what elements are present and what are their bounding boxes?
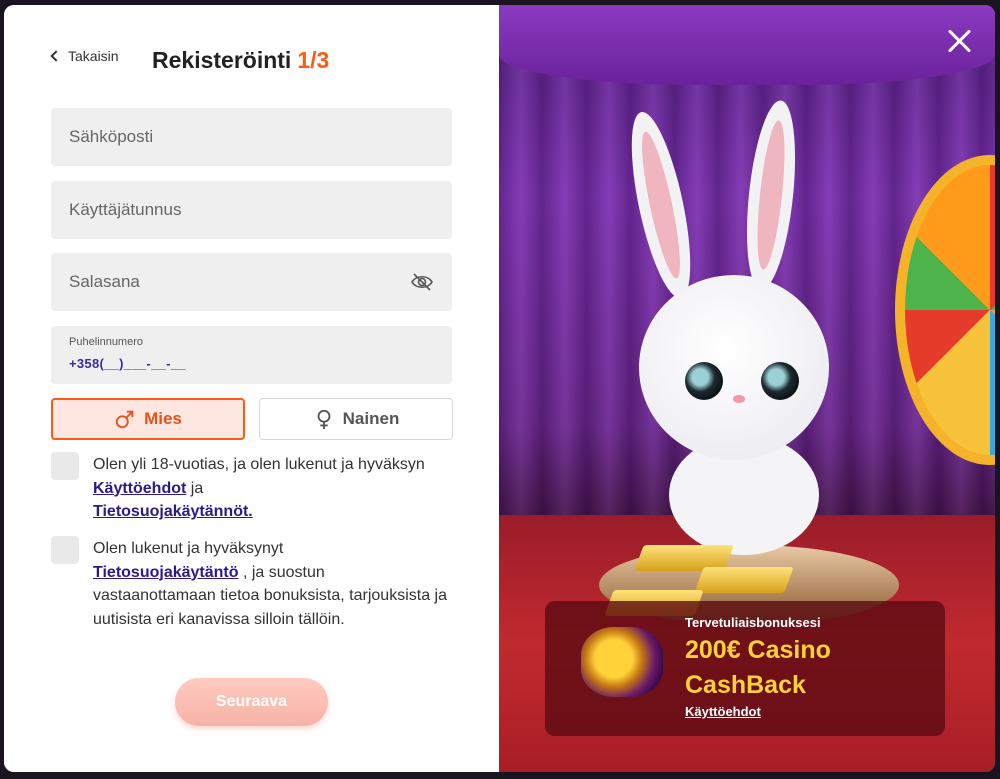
- registration-form-panel: Takaisin Rekisteröinti1/3 Puhelinnumero …: [4, 5, 499, 772]
- curtain-valance: [499, 5, 995, 85]
- back-label: Takaisin: [68, 48, 119, 64]
- bunny-head: [639, 275, 829, 460]
- bunny-eye-left: [685, 362, 723, 400]
- promo-terms-link[interactable]: Käyttöehdot: [685, 704, 761, 719]
- age-terms-text: Olen yli 18-vuotias, ja olen lukenut ja …: [93, 452, 451, 524]
- age-terms-consent: Olen yli 18-vuotias, ja olen lukenut ja …: [51, 452, 451, 524]
- phone-field[interactable]: Puhelinnumero +358(__)___-__-__: [51, 326, 452, 384]
- title-text: Rekisteröinti: [152, 47, 292, 73]
- male-icon: [115, 410, 134, 429]
- phone-input[interactable]: +358(__)___-__-__: [69, 356, 434, 371]
- username-field[interactable]: [51, 181, 452, 239]
- gender-female-button[interactable]: Nainen: [259, 398, 453, 440]
- promo-headline: 200€ Casino CashBack: [685, 636, 831, 699]
- password-input[interactable]: [69, 272, 434, 292]
- marketing-text: Olen lukenut ja hyväksynyt Tietosuojakäy…: [93, 536, 451, 631]
- promo-card: Tervetuliaisbonuksesi 200€ Casino CashBa…: [545, 601, 945, 736]
- marketing-checkbox[interactable]: [51, 536, 79, 564]
- promo-banner: Tervetuliaisbonuksesi 200€ Casino CashBa…: [499, 5, 995, 772]
- back-button[interactable]: Takaisin: [50, 48, 119, 64]
- bunny-nose: [733, 395, 745, 403]
- privacy-policy-link[interactable]: Tietosuojakäytäntö: [93, 564, 239, 581]
- bunny-eye-right: [761, 362, 799, 400]
- registration-modal: Takaisin Rekisteröinti1/3 Puhelinnumero …: [4, 5, 995, 772]
- terms-link[interactable]: Käyttöehdot: [93, 480, 186, 497]
- chevron-left-icon: [50, 50, 62, 62]
- gold-bar-image: [694, 567, 794, 593]
- phone-label: Puhelinnumero: [69, 336, 143, 348]
- username-input[interactable]: [69, 200, 434, 220]
- step-indicator: 1/3: [297, 47, 330, 73]
- page-title: Rekisteröinti 1/3: [152, 47, 329, 74]
- marketing-consent: Olen lukenut ja hyväksynyt Tietosuojakäy…: [51, 536, 451, 631]
- age-terms-checkbox[interactable]: [51, 452, 79, 480]
- female-icon: [317, 409, 331, 430]
- gender-male-button[interactable]: Mies: [51, 398, 245, 440]
- gold-bars-icon: [581, 627, 663, 697]
- gender-male-label: Mies: [144, 409, 182, 428]
- next-button[interactable]: Seuraava: [175, 678, 328, 726]
- consent-text: ja: [186, 479, 204, 497]
- password-field[interactable]: [51, 253, 452, 311]
- consent-text: Olen lukenut ja hyväksynyt: [93, 540, 284, 557]
- consent-text: Olen yli 18-vuotias, ja olen lukenut ja …: [93, 456, 425, 473]
- email-field[interactable]: [51, 108, 452, 166]
- close-icon[interactable]: [945, 27, 973, 55]
- privacy-link[interactable]: Tietosuojakäytännöt.: [93, 503, 253, 520]
- gender-female-label: Nainen: [342, 409, 400, 428]
- email-input[interactable]: [69, 127, 434, 147]
- promo-subtitle: Tervetuliaisbonuksesi: [685, 615, 821, 630]
- eye-off-icon[interactable]: [410, 272, 434, 292]
